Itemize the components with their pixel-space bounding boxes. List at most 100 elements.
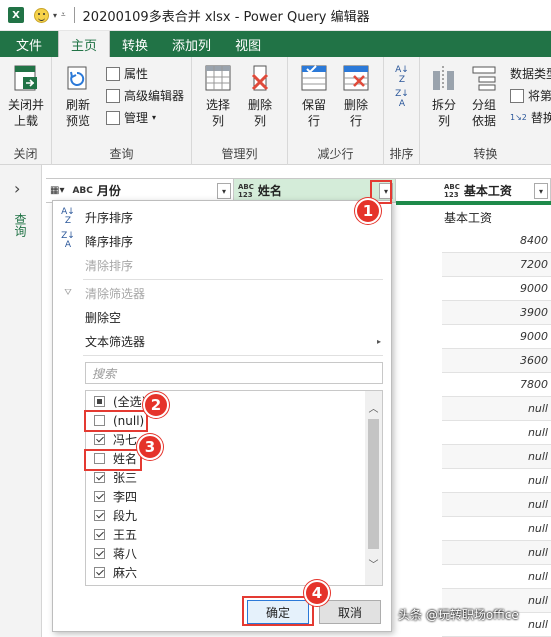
item-checkbox[interactable]: [94, 548, 105, 559]
sort-ascending-ribbon-button[interactable]: A↓ Z: [390, 65, 414, 85]
tab-transform[interactable]: 转换: [110, 31, 160, 57]
refresh-preview-button[interactable]: 刷新 预览: [58, 63, 98, 129]
split-column-button[interactable]: 拆分 列: [426, 63, 462, 129]
list-item[interactable]: 李四: [94, 487, 137, 506]
advanced-editor-button[interactable]: 高级编辑器: [106, 87, 184, 104]
salary-cell[interactable]: null: [442, 541, 551, 565]
refresh-label: 刷新 预览: [65, 98, 90, 128]
advanced-editor-icon: [106, 88, 120, 103]
remove-empty-menu-item[interactable]: 删除空: [53, 305, 391, 329]
submenu-arrow-icon: ▸: [376, 336, 381, 346]
list-scrollbar[interactable]: ︿ ﹀: [365, 391, 382, 585]
expand-queries-chevron-icon[interactable]: ›: [14, 179, 20, 198]
properties-button[interactable]: 属性: [106, 65, 148, 82]
tab-file[interactable]: 文件: [0, 31, 59, 57]
tab-add-column[interactable]: 添加列: [160, 31, 223, 57]
cancel-button[interactable]: 取消: [319, 600, 381, 624]
use-first-row-button[interactable]: 将第: [510, 87, 551, 104]
properties-icon: [106, 66, 120, 81]
salary-cell[interactable]: null: [442, 397, 551, 421]
salary-cell[interactable]: 9000: [442, 325, 551, 349]
group-manage-columns-label: 管理列: [221, 147, 258, 161]
scroll-up-icon[interactable]: ︿: [367, 403, 380, 417]
column-name-salary: 基本工资: [463, 184, 512, 198]
salary-cell[interactable]: null: [442, 565, 551, 589]
item-checkbox[interactable]: [94, 567, 105, 578]
salary-cell[interactable]: null: [442, 493, 551, 517]
sort-descending-label: 降序排序: [85, 234, 134, 249]
group-query-label: 查询: [109, 147, 134, 161]
salary-cell[interactable]: null: [442, 445, 551, 469]
column-name-name: 姓名: [257, 184, 282, 198]
manage-icon: [106, 110, 120, 125]
advanced-editor-label: 高级编辑器: [124, 89, 185, 103]
column-header-salary[interactable]: ABC 123 基本工资 ▾: [396, 179, 551, 203]
data-type-button[interactable]: 数据类型: [510, 65, 551, 82]
close-and-load-button[interactable]: 关闭并 上载: [6, 63, 46, 129]
select-all-checkbox[interactable]: [94, 396, 105, 407]
choose-columns-label: 选择 列: [205, 98, 230, 128]
list-item[interactable]: 麻六: [94, 563, 137, 582]
list-item-label: 李四: [113, 490, 138, 504]
filter-dropdown-salary-icon[interactable]: ▾: [534, 183, 548, 199]
text-filters-menu-item[interactable]: 文本筛选器 ▸: [53, 329, 391, 353]
item-checkbox[interactable]: [94, 510, 105, 521]
table-menu-icon[interactable]: ▦▾: [50, 185, 64, 195]
list-item-label: 王五: [113, 528, 138, 542]
choose-columns-button[interactable]: 选择 列: [200, 63, 236, 129]
list-item[interactable]: 蒋八: [94, 544, 137, 563]
filter-search-input[interactable]: 搜索: [85, 362, 383, 384]
salary-cell[interactable]: 7800: [442, 373, 551, 397]
list-item-label: 蒋八: [113, 547, 138, 561]
salary-cell[interactable]: null: [442, 469, 551, 493]
any-type-icon[interactable]: ABC 123: [238, 183, 254, 199]
queries-label[interactable]: 查询: [12, 213, 29, 237]
list-item-label: (全选): [113, 395, 147, 409]
close-load-icon: [14, 65, 37, 91]
salary-cell[interactable]: 3600: [442, 349, 551, 373]
keep-rows-button[interactable]: 保留 行: [296, 63, 332, 129]
group-by-button[interactable]: 分组 依据: [466, 63, 502, 129]
list-item[interactable]: 王五: [94, 525, 137, 544]
salary-cell[interactable]: 3900: [442, 301, 551, 325]
remove-rows-label: 删除 行: [343, 98, 368, 128]
ribbon-tabs: 文件 主页 转换 添加列 视图: [0, 31, 551, 57]
sort-ascending-menu-item[interactable]: A↓ Z 升序排序: [53, 205, 391, 229]
group-reduce-rows: 保留 行 删除 行 减少行: [288, 57, 384, 165]
filter-dropdown-month-icon[interactable]: ▾: [217, 183, 231, 199]
clear-sort-label: 清除排序: [85, 258, 134, 273]
keep-rows-label: 保留 行: [301, 98, 326, 128]
salary-cell[interactable]: null: [442, 517, 551, 541]
replace-values-button[interactable]: 1↘2 替换: [510, 109, 551, 126]
list-item[interactable]: (全选): [94, 392, 146, 411]
list-item[interactable]: 段九: [94, 506, 137, 525]
clear-filter-menu-item[interactable]: ⛛ 清除筛选器: [53, 281, 391, 305]
remove-rows-button[interactable]: 删除 行: [338, 63, 374, 129]
list-item[interactable]: 冯七: [94, 430, 137, 449]
scroll-down-icon[interactable]: ﹀: [367, 559, 380, 573]
smiley-feedback-icon[interactable]: [34, 7, 49, 23]
clear-sort-menu-item[interactable]: 清除排序: [53, 253, 391, 277]
salary-cell[interactable]: 7200: [442, 253, 551, 277]
customize-toolbar-icon[interactable]: ⩡: [61, 10, 66, 20]
text-type-icon[interactable]: ABC: [72, 186, 92, 195]
tab-view[interactable]: 视图: [223, 31, 273, 57]
item-checkbox[interactable]: [94, 529, 105, 540]
tab-home[interactable]: 主页: [58, 31, 111, 57]
item-checkbox[interactable]: [94, 434, 105, 445]
any-type-icon-salary[interactable]: ABC 123: [444, 183, 460, 199]
salary-cell[interactable]: null: [442, 421, 551, 445]
salary-cell-header-text[interactable]: 基本工资: [442, 205, 551, 229]
scroll-thumb[interactable]: [368, 419, 379, 549]
remove-columns-button[interactable]: 删除 列: [242, 63, 278, 129]
manage-button[interactable]: 管理 ▾: [106, 109, 156, 126]
remove-columns-label: 删除 列: [247, 98, 272, 128]
salary-cell[interactable]: 8400: [442, 229, 551, 253]
quick-access-dropdown-icon[interactable]: ▾: [53, 11, 57, 20]
salary-cell[interactable]: 9000: [442, 277, 551, 301]
data-type-label: 数据类型: [510, 67, 551, 81]
sort-descending-menu-item[interactable]: Z↓ A 降序排序: [53, 229, 391, 253]
item-checkbox[interactable]: [94, 491, 105, 502]
sort-descending-ribbon-button[interactable]: Z↓ A: [390, 89, 414, 109]
item-checkbox[interactable]: [94, 472, 105, 483]
